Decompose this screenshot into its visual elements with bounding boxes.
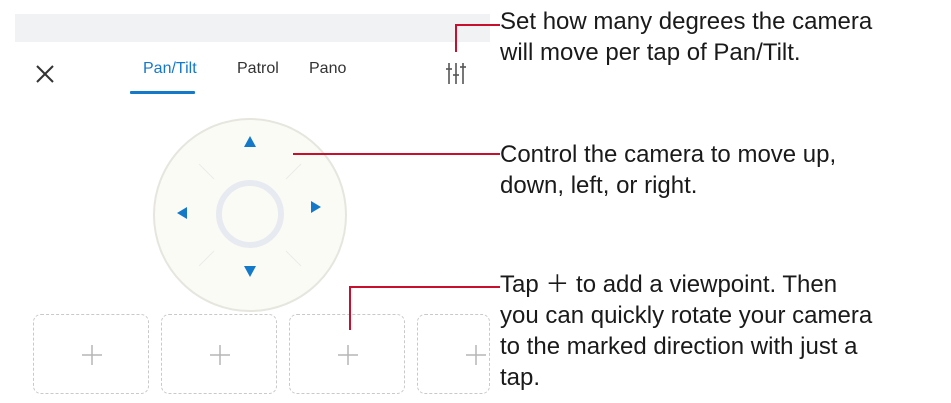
tab-pano[interactable]: Pano bbox=[309, 60, 346, 78]
sliders-icon bbox=[446, 63, 466, 84]
settings-callout-line1: Set how many degrees the camera bbox=[500, 8, 873, 35]
tab-patrol[interactable]: Patrol bbox=[237, 60, 279, 78]
viewpoint-slot-4[interactable] bbox=[417, 314, 490, 394]
settings-callout: Set how many degrees the camera will mov… bbox=[500, 6, 872, 68]
tab-pan-tilt[interactable]: Pan/Tilt bbox=[143, 60, 197, 78]
add-callout-line-h bbox=[349, 286, 500, 288]
plus-icon bbox=[466, 345, 486, 365]
close-button[interactable] bbox=[33, 62, 57, 86]
ptz-direction-pad[interactable] bbox=[152, 117, 348, 313]
settings-button[interactable] bbox=[444, 60, 468, 86]
add-callout-line4: tap. bbox=[500, 364, 541, 391]
viewpoint-slot-3[interactable] bbox=[289, 314, 405, 394]
status-bar-area bbox=[15, 14, 490, 42]
pad-callout-line2: down, left, or right. bbox=[500, 172, 698, 199]
add-callout: Tap ＋ to add a viewpoint. Then you can q… bbox=[500, 269, 872, 393]
plus-icon bbox=[82, 345, 102, 365]
viewpoint-slot-1[interactable] bbox=[33, 314, 149, 394]
pad-callout-line bbox=[293, 153, 500, 155]
add-callout-line1: Tap ＋ to add a viewpoint. Then bbox=[500, 271, 838, 298]
pad-callout-line1: Control the camera to move up, bbox=[500, 141, 837, 168]
add-callout-line-v bbox=[349, 286, 351, 330]
settings-callout-line-v bbox=[455, 24, 457, 52]
close-icon bbox=[36, 65, 54, 83]
plus-icon bbox=[210, 345, 230, 365]
active-tab-indicator bbox=[130, 91, 195, 94]
add-callout-line2: you can quickly rotate your camera bbox=[500, 302, 873, 329]
add-callout-line3: to the marked direction with just a bbox=[500, 333, 858, 360]
settings-callout-line2: will move per tap of Pan/Tilt. bbox=[500, 39, 801, 66]
pad-callout: Control the camera to move up, down, lef… bbox=[500, 139, 836, 201]
viewpoint-slot-2[interactable] bbox=[161, 314, 277, 394]
plus-icon bbox=[338, 345, 358, 365]
settings-callout-line-h bbox=[455, 24, 500, 26]
